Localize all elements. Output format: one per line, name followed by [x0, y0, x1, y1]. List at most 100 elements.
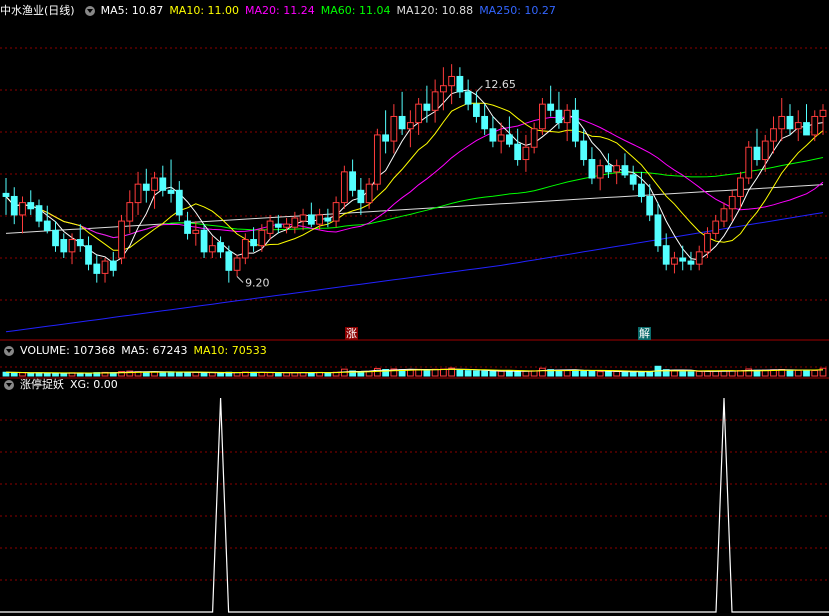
zhang-marker: 涨 [345, 327, 358, 340]
volume-bar [811, 370, 819, 377]
candle-body [415, 103, 423, 124]
candle-body [439, 85, 447, 93]
volume-bar [794, 369, 802, 377]
candle-body [258, 229, 266, 247]
volume-bar [580, 370, 588, 377]
volume-bar [473, 370, 480, 377]
candle-body [473, 103, 480, 117]
candle-body [299, 214, 307, 222]
volume-bar [704, 370, 711, 377]
volume-bar [184, 372, 191, 377]
candle-body [588, 159, 596, 179]
candle-body [266, 220, 274, 234]
annotation-pointer [236, 276, 244, 283]
candle-body [629, 174, 637, 185]
volume-bar [629, 371, 637, 377]
candle-body [786, 115, 794, 130]
volume-bar [638, 371, 645, 377]
candle-body [704, 232, 711, 253]
high-price-label: 12.65 [484, 78, 515, 91]
candle-body [489, 128, 497, 142]
candle-body [200, 229, 208, 253]
volume-ma10: MA10: 70533 [193, 344, 267, 357]
candle-body [241, 239, 249, 259]
candle-body [794, 122, 802, 130]
candle-body [522, 146, 530, 161]
candle-body [464, 91, 472, 105]
candle-body [307, 214, 315, 225]
candle-body [68, 239, 76, 253]
volume-bar [687, 371, 695, 377]
volume-bar [456, 369, 464, 377]
candle-body [390, 115, 398, 142]
ma5-value: MA5: 10.87 [100, 4, 164, 17]
xg-value: XG: 0.00 [70, 378, 118, 391]
volume-bar [85, 372, 92, 377]
annotation-pointer [476, 85, 483, 93]
volume-bar [621, 371, 629, 377]
candle-body [406, 122, 414, 130]
candle-body [250, 239, 257, 247]
candle-body [654, 214, 662, 247]
candle-body [646, 195, 654, 216]
candle-body [770, 128, 777, 142]
candle-body [332, 202, 340, 222]
candle-body [52, 229, 59, 247]
candle-body [316, 214, 323, 225]
chart-canvas: 12.65 9.20 [0, 47, 829, 613]
candle-body [555, 109, 563, 124]
candle-body [530, 128, 538, 148]
candle-body [761, 140, 769, 161]
candle-body [217, 242, 224, 253]
candle-body [547, 103, 555, 111]
candle-body [481, 115, 489, 130]
candle-body [720, 208, 728, 222]
candle-body [109, 260, 117, 271]
candle-body [142, 183, 150, 191]
dropdown-icon[interactable] [4, 380, 14, 390]
volume-bar [258, 372, 266, 377]
candle-body [514, 143, 522, 161]
ma60-value: MA60: 11.04 [320, 4, 391, 17]
candle-body [192, 229, 200, 234]
candle-body [737, 177, 744, 197]
dropdown-icon[interactable] [84, 6, 95, 16]
stock-title: 中水渔业(日线) [0, 4, 75, 17]
candle-body [373, 134, 381, 185]
candle-body [233, 257, 241, 271]
candle-body [208, 245, 216, 253]
candle-body [728, 195, 736, 210]
indicator-name: 涨停捉妖 [20, 378, 64, 391]
candle-body [291, 217, 299, 228]
volume-bar [43, 372, 51, 377]
volume-bar [481, 370, 489, 377]
candle-body [19, 202, 26, 216]
volume-bar [283, 372, 290, 377]
candle-body [687, 260, 695, 265]
ma120-value: MA120: 10.88 [396, 4, 474, 17]
candle-body [753, 146, 761, 161]
indicator-line [0, 397, 829, 613]
candle-body [35, 205, 43, 222]
dropdown-icon[interactable] [4, 346, 14, 356]
volume-bar [274, 372, 282, 377]
candle-body [423, 103, 431, 111]
candle-body [43, 220, 51, 231]
candle-body [456, 75, 464, 93]
candle-body [85, 245, 92, 265]
volume-bar [200, 372, 208, 377]
candle-body [712, 220, 720, 234]
candle-body [93, 263, 101, 274]
volume-bar [506, 370, 513, 377]
volume-bar [60, 372, 68, 377]
candle-body [506, 134, 513, 145]
volume-bar [489, 370, 497, 377]
volume-bar [35, 372, 43, 377]
candle-body [159, 177, 167, 191]
candle-body [27, 202, 35, 210]
candle-body [448, 75, 456, 87]
volume-bar [695, 370, 703, 377]
candle-body [340, 171, 348, 204]
candle-body [118, 220, 125, 259]
volume-bar [266, 372, 274, 377]
